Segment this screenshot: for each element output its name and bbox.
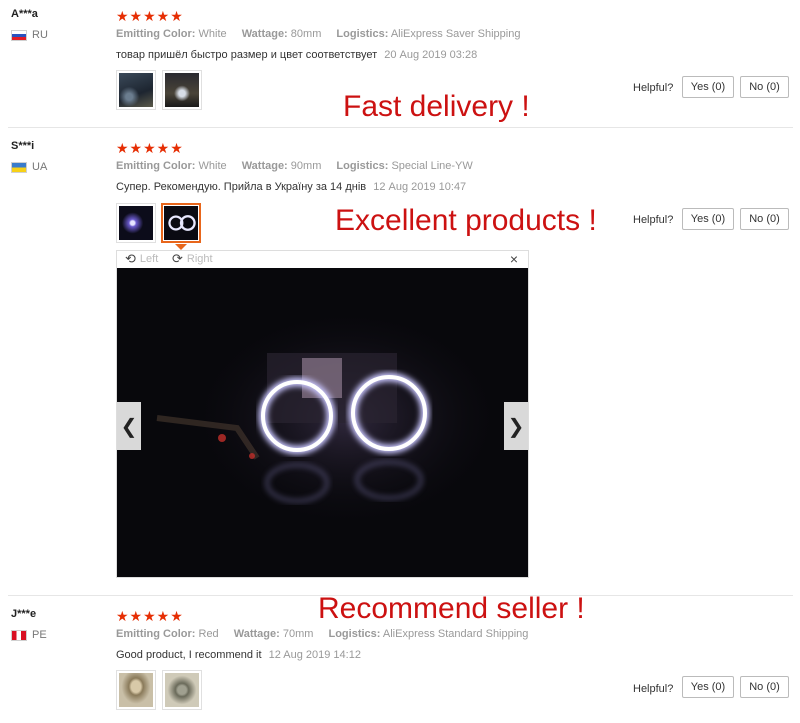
review-photo-thumb[interactable] [162, 70, 202, 110]
attr-key: Emitting Color: [116, 28, 196, 40]
review-photo-thumb[interactable] [162, 670, 202, 710]
helpful-no-button[interactable]: No (0) [740, 208, 789, 230]
helpful-no-button[interactable]: No (0) [740, 676, 789, 698]
attr-value: 80mm [290, 28, 322, 40]
star-rating: ★★★★★ [116, 140, 184, 156]
rotate-left-button[interactable]: ⟲ Left [125, 251, 159, 266]
review-photo-thumb-active[interactable] [161, 203, 201, 243]
attr-value: Special Line-YW [391, 160, 473, 172]
reviewer-name: S***i [11, 140, 35, 152]
rotate-right-icon: ⟳ [172, 251, 183, 266]
reviewer-name: J***e [11, 608, 37, 620]
attr-value: White [198, 160, 227, 172]
helpful-yes-button[interactable]: Yes (0) [682, 208, 734, 230]
helpful-label: Helpful? [633, 214, 674, 226]
promo-overlay-text: Fast delivery ! [343, 90, 530, 123]
rotate-left-icon: ⟲ [125, 251, 136, 266]
review-body: товар пришёл быстро размер и цвет соотве… [116, 49, 378, 61]
helpful-yes-button[interactable]: Yes (0) [682, 676, 734, 698]
attr-value: 90mm [290, 160, 322, 172]
attr-value: AliExpress Standard Shipping [382, 628, 529, 640]
attr-key: Logistics: [328, 628, 381, 640]
country-code: RU [32, 29, 48, 41]
review-body: Супер. Рекомендую. Прийла в Україну за 1… [116, 181, 367, 193]
photo-viewer: ⟲ Left ⟳ Right × ❮ ❯ [116, 250, 529, 578]
rotate-left-label: Left [139, 253, 159, 265]
close-icon[interactable]: × [510, 251, 518, 267]
attr-key: Wattage: [241, 28, 288, 40]
review-divider [8, 127, 793, 128]
attr-key: Emitting Color: [116, 160, 196, 172]
promo-overlay-text: Recommend seller ! [318, 592, 585, 625]
review-date: 12 Aug 2019 10:47 [373, 181, 467, 193]
viewer-toolbar: ⟲ Left ⟳ Right × [117, 251, 528, 268]
rotate-right-label: Right [186, 253, 213, 265]
attr-value: White [198, 28, 227, 40]
review-date: 20 Aug 2019 03:28 [384, 49, 478, 61]
review-text: Good product, I recommend it 12 Aug 2019… [116, 649, 361, 661]
reviewer-name: A***a [11, 8, 38, 20]
ukraine-flag-icon [11, 161, 27, 173]
helpful-label: Helpful? [633, 683, 674, 695]
angel-eye-rings-photo [117, 268, 528, 577]
reviewer-country: PE [11, 629, 47, 641]
helpful-no-button[interactable]: No (0) [740, 76, 789, 98]
helpful-label: Helpful? [633, 82, 674, 94]
russia-flag-icon [11, 29, 27, 41]
next-photo-button[interactable]: ❯ [504, 402, 528, 450]
attr-key: Logistics: [336, 28, 389, 40]
attr-key: Wattage: [233, 628, 280, 640]
attr-key: Logistics: [336, 160, 389, 172]
attr-value: 70mm [282, 628, 314, 640]
review-date: 12 Aug 2019 14:12 [268, 649, 361, 661]
attr-key: Emitting Color: [116, 628, 196, 640]
country-code: PE [32, 629, 47, 641]
country-code: UA [32, 161, 48, 173]
attr-value: AliExpress Saver Shipping [390, 28, 521, 40]
promo-overlay-text: Excellent products ! [335, 204, 597, 237]
review-photo-thumb[interactable] [116, 203, 156, 243]
review-body: Good product, I recommend it [116, 649, 262, 661]
review-text: Супер. Рекомендую. Прийла в Україну за 1… [116, 181, 466, 193]
review-text: товар пришёл быстро размер и цвет соотве… [116, 49, 477, 61]
review-attributes: Emitting Color: White Wattage: 90mm Logi… [116, 160, 485, 172]
peru-flag-icon [11, 629, 27, 641]
attr-value: Red [198, 628, 219, 640]
prev-photo-button[interactable]: ❮ [117, 402, 141, 450]
review-attributes: Emitting Color: White Wattage: 80mm Logi… [116, 28, 532, 40]
rotate-right-button[interactable]: ⟳ Right [172, 251, 213, 266]
chevron-left-icon: ❮ [120, 415, 138, 438]
review-photo-large: ❮ ❯ [117, 268, 528, 577]
star-rating: ★★★★★ [116, 608, 184, 624]
chevron-right-icon: ❯ [507, 415, 525, 438]
reviewer-country: RU [11, 29, 48, 41]
star-rating: ★★★★★ [116, 8, 184, 24]
review-photo-thumb[interactable] [116, 670, 156, 710]
helpful-yes-button[interactable]: Yes (0) [682, 76, 734, 98]
attr-key: Wattage: [241, 160, 288, 172]
review-photo-thumb[interactable] [116, 70, 156, 110]
reviewer-country: UA [11, 161, 47, 173]
review-attributes: Emitting Color: Red Wattage: 70mm Logist… [116, 628, 540, 640]
